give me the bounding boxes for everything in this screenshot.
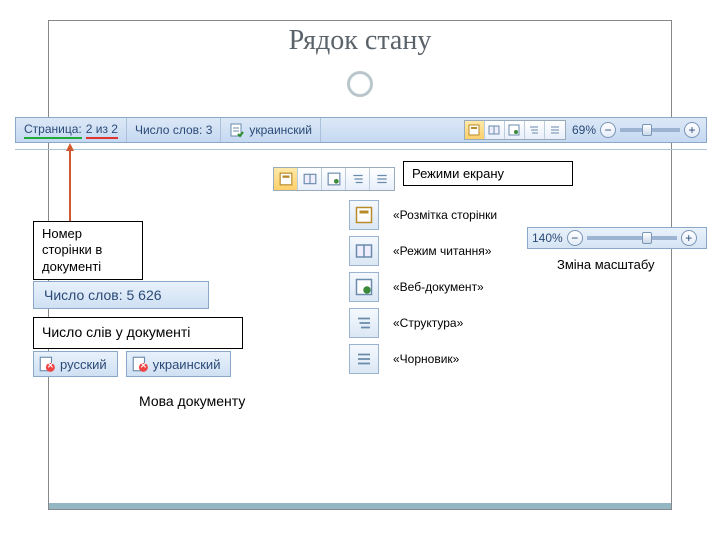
bottom-accent <box>49 503 671 509</box>
view-draft-button[interactable] <box>545 121 565 139</box>
words-value: 3 <box>206 123 213 137</box>
view-modes-callout: Режими екрану <box>273 167 573 195</box>
wordcount-chip[interactable]: Число слов: 5 626 <box>33 281 209 309</box>
language-text: украинский <box>249 123 312 137</box>
language-row: русский украинский <box>33 351 231 377</box>
view-draft-button-2[interactable] <box>370 168 394 190</box>
view-print-layout-button-2[interactable] <box>274 168 298 190</box>
wordcount-chip-text: Число слов: 5 626 <box>44 287 162 303</box>
mode-text-draft: «Чорновик» <box>393 352 459 366</box>
view-reading-button-2[interactable] <box>298 168 322 190</box>
mode-text-outline: «Структура» <box>393 316 463 330</box>
zoom-strip-in[interactable]: + <box>681 230 697 246</box>
decorative-ring <box>347 71 373 97</box>
arrow-pagenum <box>69 149 71 221</box>
zoom-strip-slider[interactable] <box>587 236 677 240</box>
zoom-in-button[interactable]: + <box>684 122 700 138</box>
statusbar-wordcount[interactable]: Число слов: 3 <box>127 118 221 142</box>
view-outline-button-2[interactable] <box>346 168 370 190</box>
mode-text-web: «Веб-документ» <box>393 280 484 294</box>
zoom-callout: Зміна масштабу <box>557 257 655 272</box>
view-outline-button[interactable] <box>525 121 545 139</box>
zoom-percent[interactable]: 69% <box>572 123 596 137</box>
statusbar: Страница: 2 из 2 Число слов: 3 украински… <box>15 117 707 143</box>
language-uk-text: украинский <box>153 357 221 372</box>
mode-row-web: «Веб-документ» <box>349 269 609 305</box>
print-layout-icon[interactable] <box>349 200 379 230</box>
slide-frame: Рядок стану Страница: 2 из 2 Число слов:… <box>48 20 672 510</box>
zoom-slider[interactable] <box>620 128 680 132</box>
view-web-button-2[interactable] <box>322 168 346 190</box>
statusbar-language[interactable]: украинский <box>221 118 321 142</box>
language-chip-uk[interactable]: украинский <box>126 351 232 377</box>
view-modes-label: Режими екрану <box>403 161 573 186</box>
language-ru-text: русский <box>60 357 107 372</box>
language-callout: Мова документу <box>139 393 245 409</box>
view-web-button[interactable] <box>505 121 525 139</box>
spellcheck-icon <box>229 122 245 138</box>
zoom-strip: 140% − + <box>527 227 707 249</box>
page-label: Страница: <box>24 122 82 139</box>
zoom-strip-thumb[interactable] <box>642 232 652 244</box>
reading-icon[interactable] <box>349 236 379 266</box>
page-value: 2 из 2 <box>86 122 118 139</box>
words-label: Число слов: <box>135 123 202 137</box>
wordcount-callout: Число слів у документі <box>33 317 243 349</box>
mode-text-print: «Розмітка сторінки <box>393 208 497 222</box>
draft-icon[interactable] <box>349 344 379 374</box>
view-modes-list: «Розмітка сторінки «Режим читання» «Веб-… <box>349 197 609 377</box>
view-print-layout-button[interactable] <box>465 121 485 139</box>
mode-text-reading: «Режим читання» <box>393 244 491 258</box>
statusbar-view-modes <box>464 120 566 140</box>
view-reading-button[interactable] <box>485 121 505 139</box>
statusbar-zoom: 69% − + <box>566 122 706 138</box>
pagenum-callout: Номер сторінки в документі <box>33 221 143 280</box>
mode-row-outline: «Структура» <box>349 305 609 341</box>
web-icon[interactable] <box>349 272 379 302</box>
zoom-strip-out[interactable]: − <box>567 230 583 246</box>
spellcheck-icon-uk <box>131 355 149 373</box>
view-modes-cluster <box>273 167 395 191</box>
slide-title: Рядок стану <box>49 25 671 57</box>
zoom-out-button[interactable]: − <box>600 122 616 138</box>
language-chip-ru[interactable]: русский <box>33 351 118 377</box>
mode-row-draft: «Чорновик» <box>349 341 609 377</box>
guide-line <box>15 149 707 150</box>
statusbar-page[interactable]: Страница: 2 из 2 <box>16 118 127 142</box>
outline-icon[interactable] <box>349 308 379 338</box>
spellcheck-icon-ru <box>38 355 56 373</box>
zoom-strip-percent[interactable]: 140% <box>532 231 563 245</box>
zoom-thumb[interactable] <box>642 124 652 136</box>
